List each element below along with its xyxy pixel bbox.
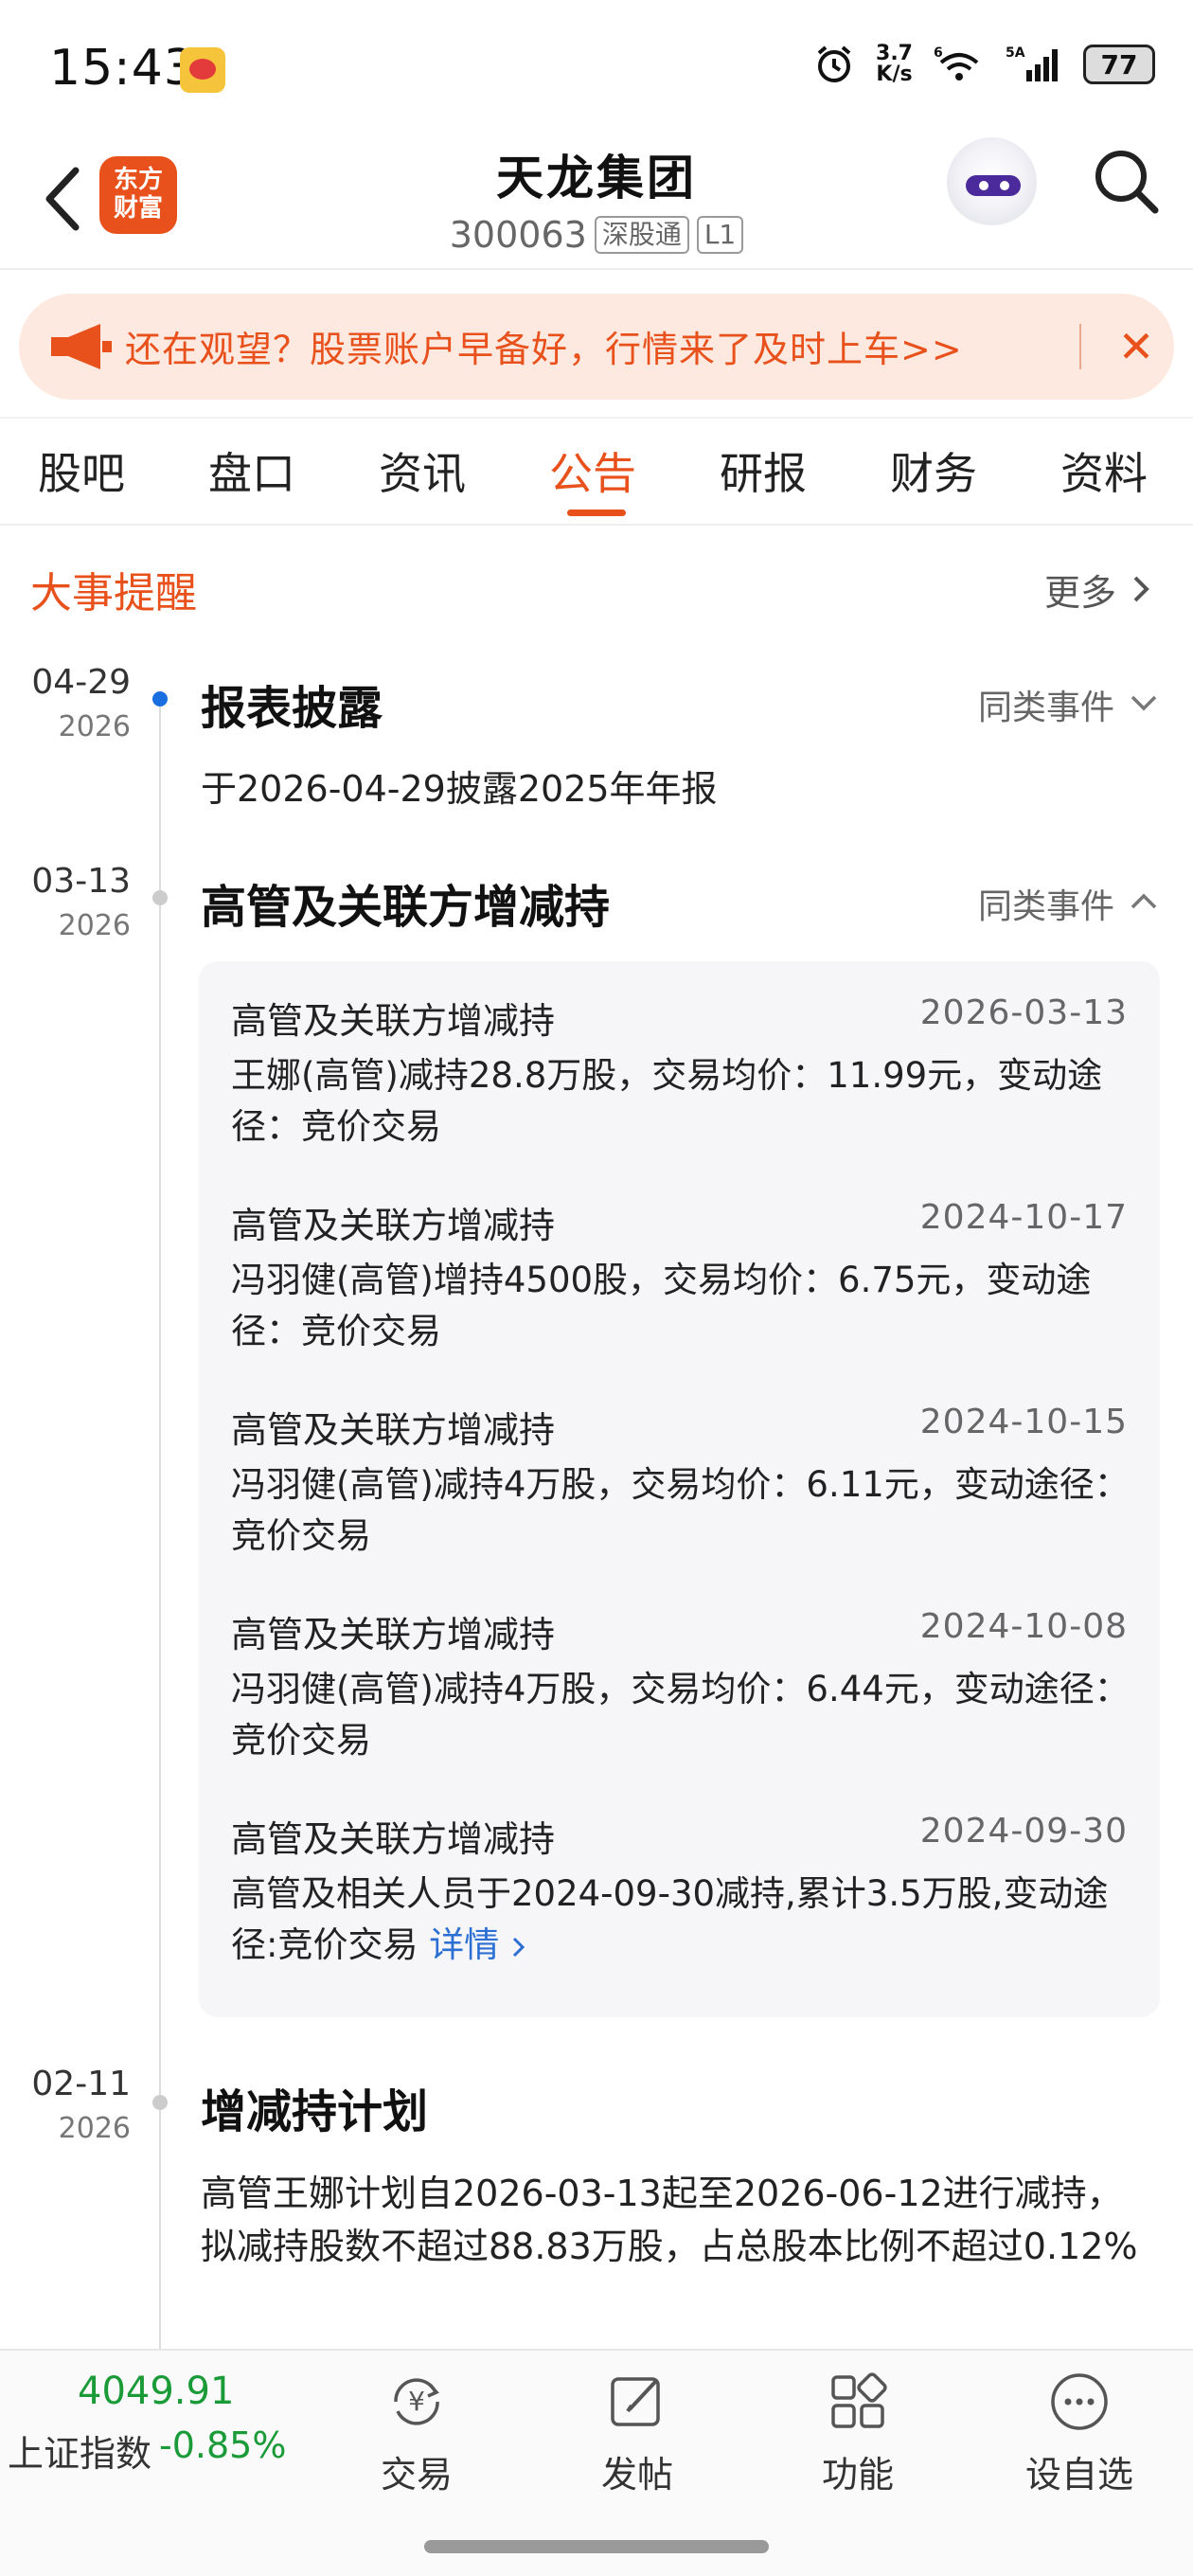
event-title: 增减持计划 bbox=[201, 2085, 429, 2138]
weibo-icon bbox=[180, 47, 225, 93]
more-link[interactable]: 更多 bbox=[1044, 564, 1116, 616]
timeline-dot bbox=[152, 890, 168, 905]
index-name[interactable]: 上证指数 bbox=[8, 2424, 151, 2477]
card-item-title[interactable]: 高管及关联方增减持 bbox=[231, 1605, 555, 1657]
banner-text[interactable]: 还在观望？股票账户早备好，行情来了及时上车>> bbox=[125, 320, 963, 372]
stock-header: 东方 财富 天龙集团 300063 深股通 L1 bbox=[0, 133, 1193, 270]
tab-news[interactable]: 资讯 bbox=[379, 439, 466, 502]
banner-divider bbox=[1079, 324, 1081, 369]
card-item-date: 2024-10-15 bbox=[919, 1403, 1128, 1441]
level-tag: L1 bbox=[696, 216, 744, 254]
event-title: 报表披露 bbox=[201, 682, 383, 735]
same-events-toggle[interactable]: 同类事件 bbox=[978, 680, 1114, 729]
svg-text:¥: ¥ bbox=[408, 2386, 425, 2417]
status-time: 15:43 bbox=[49, 40, 196, 97]
net-speed: 3.7 K/s bbox=[876, 42, 913, 86]
card-item-date: 2026-03-13 bbox=[919, 993, 1128, 1032]
card-item-text: 王娜(高管)减持28.8万股，交易均价：11.99元，变动途径：竞价交易 bbox=[231, 1055, 1103, 1147]
card-item-text: 高管及相关人员于2024-09-30减持,累计3.5万股,变动途径:竞价交易 详… bbox=[231, 1873, 1109, 1965]
trade-button[interactable]: ¥ 交易 bbox=[341, 2368, 492, 2497]
battery-indicator: 77 bbox=[1083, 45, 1155, 84]
tab-bar: 股吧 盘口 资讯 公告 研报 财务 资料 bbox=[0, 417, 1193, 526]
assistant-robot-icon[interactable] bbox=[947, 137, 1037, 227]
section-title: 大事提醒 bbox=[30, 569, 197, 617]
event-date: 02-11 bbox=[31, 2065, 131, 2103]
event-text: 高管王娜计划自2026-03-13起至2026-06-12进行减持，拟减持股数不… bbox=[201, 2173, 1138, 2267]
market-tag: 深股通 bbox=[594, 216, 689, 254]
stock-code: 300063 bbox=[449, 214, 587, 256]
yen-refresh-icon: ¥ bbox=[394, 2378, 439, 2425]
event-year: 2026 bbox=[58, 710, 131, 743]
card-item-title[interactable]: 高管及关联方增减持 bbox=[231, 1196, 555, 1248]
post-button[interactable]: 发帖 bbox=[561, 2368, 713, 2497]
wifi-icon: 6 bbox=[934, 45, 979, 80]
alarm-icon bbox=[817, 45, 851, 82]
card-item-date: 2024-10-17 bbox=[919, 1198, 1128, 1237]
same-events-card: 高管及关联方增减持 2026-03-13 王娜(高管)减持28.8万股，交易均价… bbox=[199, 961, 1160, 2017]
card-item-date: 2024-09-30 bbox=[919, 1812, 1128, 1851]
more-circle-icon bbox=[1051, 2373, 1108, 2430]
tab-pankou[interactable]: 盘口 bbox=[208, 439, 295, 502]
event-date: 03-13 bbox=[31, 862, 131, 901]
tab-announcements[interactable]: 公告 bbox=[549, 439, 636, 502]
event-year: 2026 bbox=[58, 909, 131, 942]
functions-button[interactable]: 功能 bbox=[782, 2368, 934, 2497]
chevron-right-icon[interactable] bbox=[1130, 574, 1152, 604]
signal-icon: 5A bbox=[1006, 45, 1058, 81]
event-title: 高管及关联方增减持 bbox=[201, 881, 611, 934]
index-change[interactable]: -0.85% bbox=[159, 2424, 286, 2466]
active-tab-indicator bbox=[567, 510, 626, 516]
card-item-date: 2024-10-08 bbox=[919, 1607, 1128, 1646]
edit-icon bbox=[611, 2377, 660, 2426]
tab-finance[interactable]: 财务 bbox=[890, 439, 977, 502]
card-item-title[interactable]: 高管及关联方增减持 bbox=[231, 1401, 555, 1453]
status-icons: 3.7 K/s 6 5A 77 bbox=[813, 44, 1155, 85]
chevron-up-icon[interactable] bbox=[1129, 890, 1159, 913]
close-icon[interactable]: ✕ bbox=[1108, 318, 1165, 375]
tab-research[interactable]: 研报 bbox=[720, 439, 807, 502]
card-item-text: 冯羽健(高管)增持4500股，交易均价：6.75元，变动途径：竞价交易 bbox=[231, 1260, 1092, 1351]
card-item-text: 冯羽健(高管)减持4万股，交易均价：6.11元，变动途径：竞价交易 bbox=[231, 1464, 1130, 1556]
svg-text:6: 6 bbox=[934, 45, 943, 61]
event-date: 04-29 bbox=[31, 663, 131, 702]
search-icon[interactable] bbox=[1089, 144, 1165, 220]
megaphone-icon bbox=[51, 324, 112, 369]
event-year: 2026 bbox=[58, 2112, 131, 2145]
same-events-toggle[interactable]: 同类事件 bbox=[978, 879, 1114, 928]
promo-banner[interactable]: 还在观望？股票账户早备好，行情来了及时上车>> ✕ bbox=[19, 294, 1174, 400]
card-item-title[interactable]: 高管及关联方增减持 bbox=[231, 1810, 555, 1862]
home-indicator[interactable] bbox=[424, 2540, 769, 2553]
event-text: 于2026-04-29披露2025年年报 bbox=[201, 768, 718, 810]
details-link[interactable]: 详情 bbox=[429, 1924, 499, 1965]
timeline-dot-active bbox=[152, 691, 168, 707]
chevron-down-icon[interactable] bbox=[1129, 691, 1159, 714]
grid-icon bbox=[831, 2372, 887, 2428]
timeline-dot bbox=[152, 2095, 168, 2110]
chevron-right-icon[interactable] bbox=[510, 1935, 527, 1959]
tab-guba[interactable]: 股吧 bbox=[38, 439, 125, 502]
index-value[interactable]: 4049.91 bbox=[78, 2370, 234, 2413]
card-item-title[interactable]: 高管及关联方增减持 bbox=[231, 992, 555, 1044]
card-item-text: 冯羽健(高管)减持4万股，交易均价：6.44元，变动途径：竞价交易 bbox=[231, 1669, 1130, 1761]
tab-profile[interactable]: 资料 bbox=[1060, 439, 1148, 502]
add-watchlist-button[interactable]: 设自选 bbox=[1004, 2368, 1155, 2497]
svg-text:5A: 5A bbox=[1006, 45, 1025, 61]
status-bar: 15:43 3.7 K/s 6 5A 77 bbox=[0, 0, 1193, 133]
